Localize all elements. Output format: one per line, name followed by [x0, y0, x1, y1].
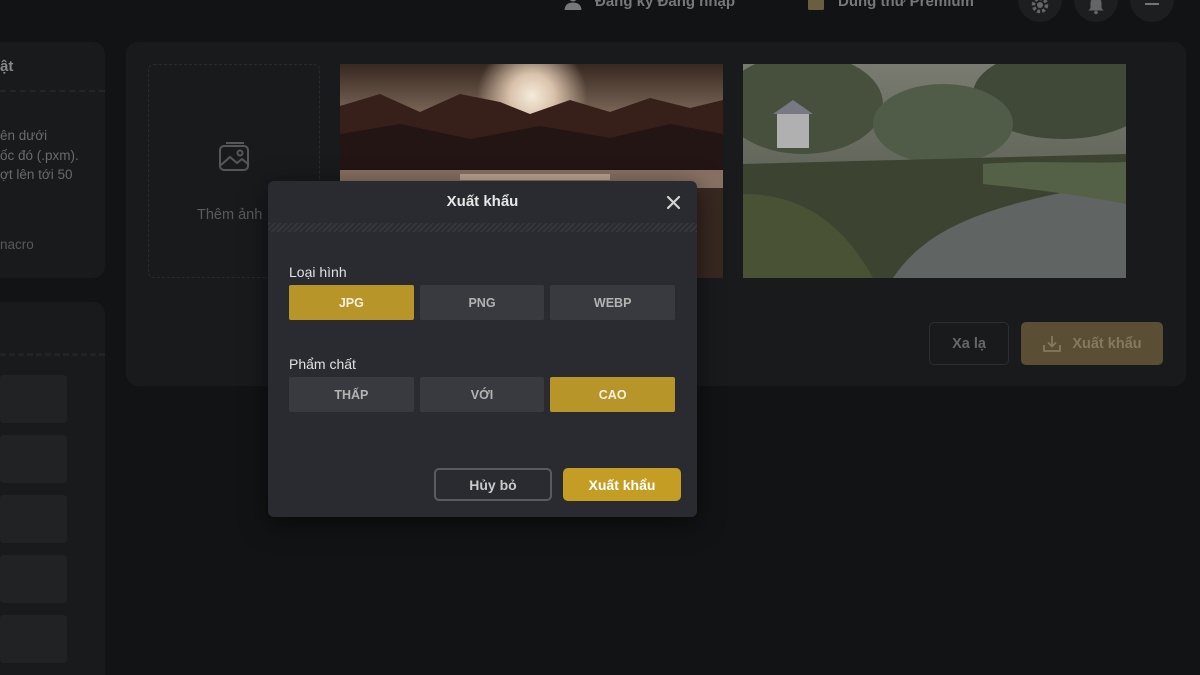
quality-option-low[interactable]: THẤP	[289, 377, 414, 412]
close-icon	[666, 195, 681, 210]
confirm-export-button[interactable]: Xuất khẩu	[563, 468, 681, 501]
format-selector: JPG PNG WEBP	[289, 285, 676, 320]
dialog-title: Xuất khẩu	[446, 193, 519, 210]
format-label: Loại hình	[289, 264, 347, 280]
quality-option-medium[interactable]: VỚI	[419, 377, 545, 412]
dialog-divider	[268, 223, 697, 232]
quality-selector: THẤP VỚI CAO	[289, 377, 676, 412]
cancel-button[interactable]: Hủy bỏ	[434, 468, 552, 501]
quality-option-high[interactable]: CAO	[550, 377, 676, 412]
dialog-header: Xuất khẩu	[268, 181, 697, 223]
format-option-webp[interactable]: WEBP	[550, 285, 676, 320]
format-option-png[interactable]: PNG	[419, 285, 545, 320]
quality-label: Phẩm chất	[289, 356, 356, 372]
format-option-jpg[interactable]: JPG	[289, 285, 414, 320]
close-button[interactable]	[666, 195, 681, 210]
export-dialog: Xuất khẩu Loại hình JPG PNG WEBP Phẩm ch…	[268, 181, 697, 517]
